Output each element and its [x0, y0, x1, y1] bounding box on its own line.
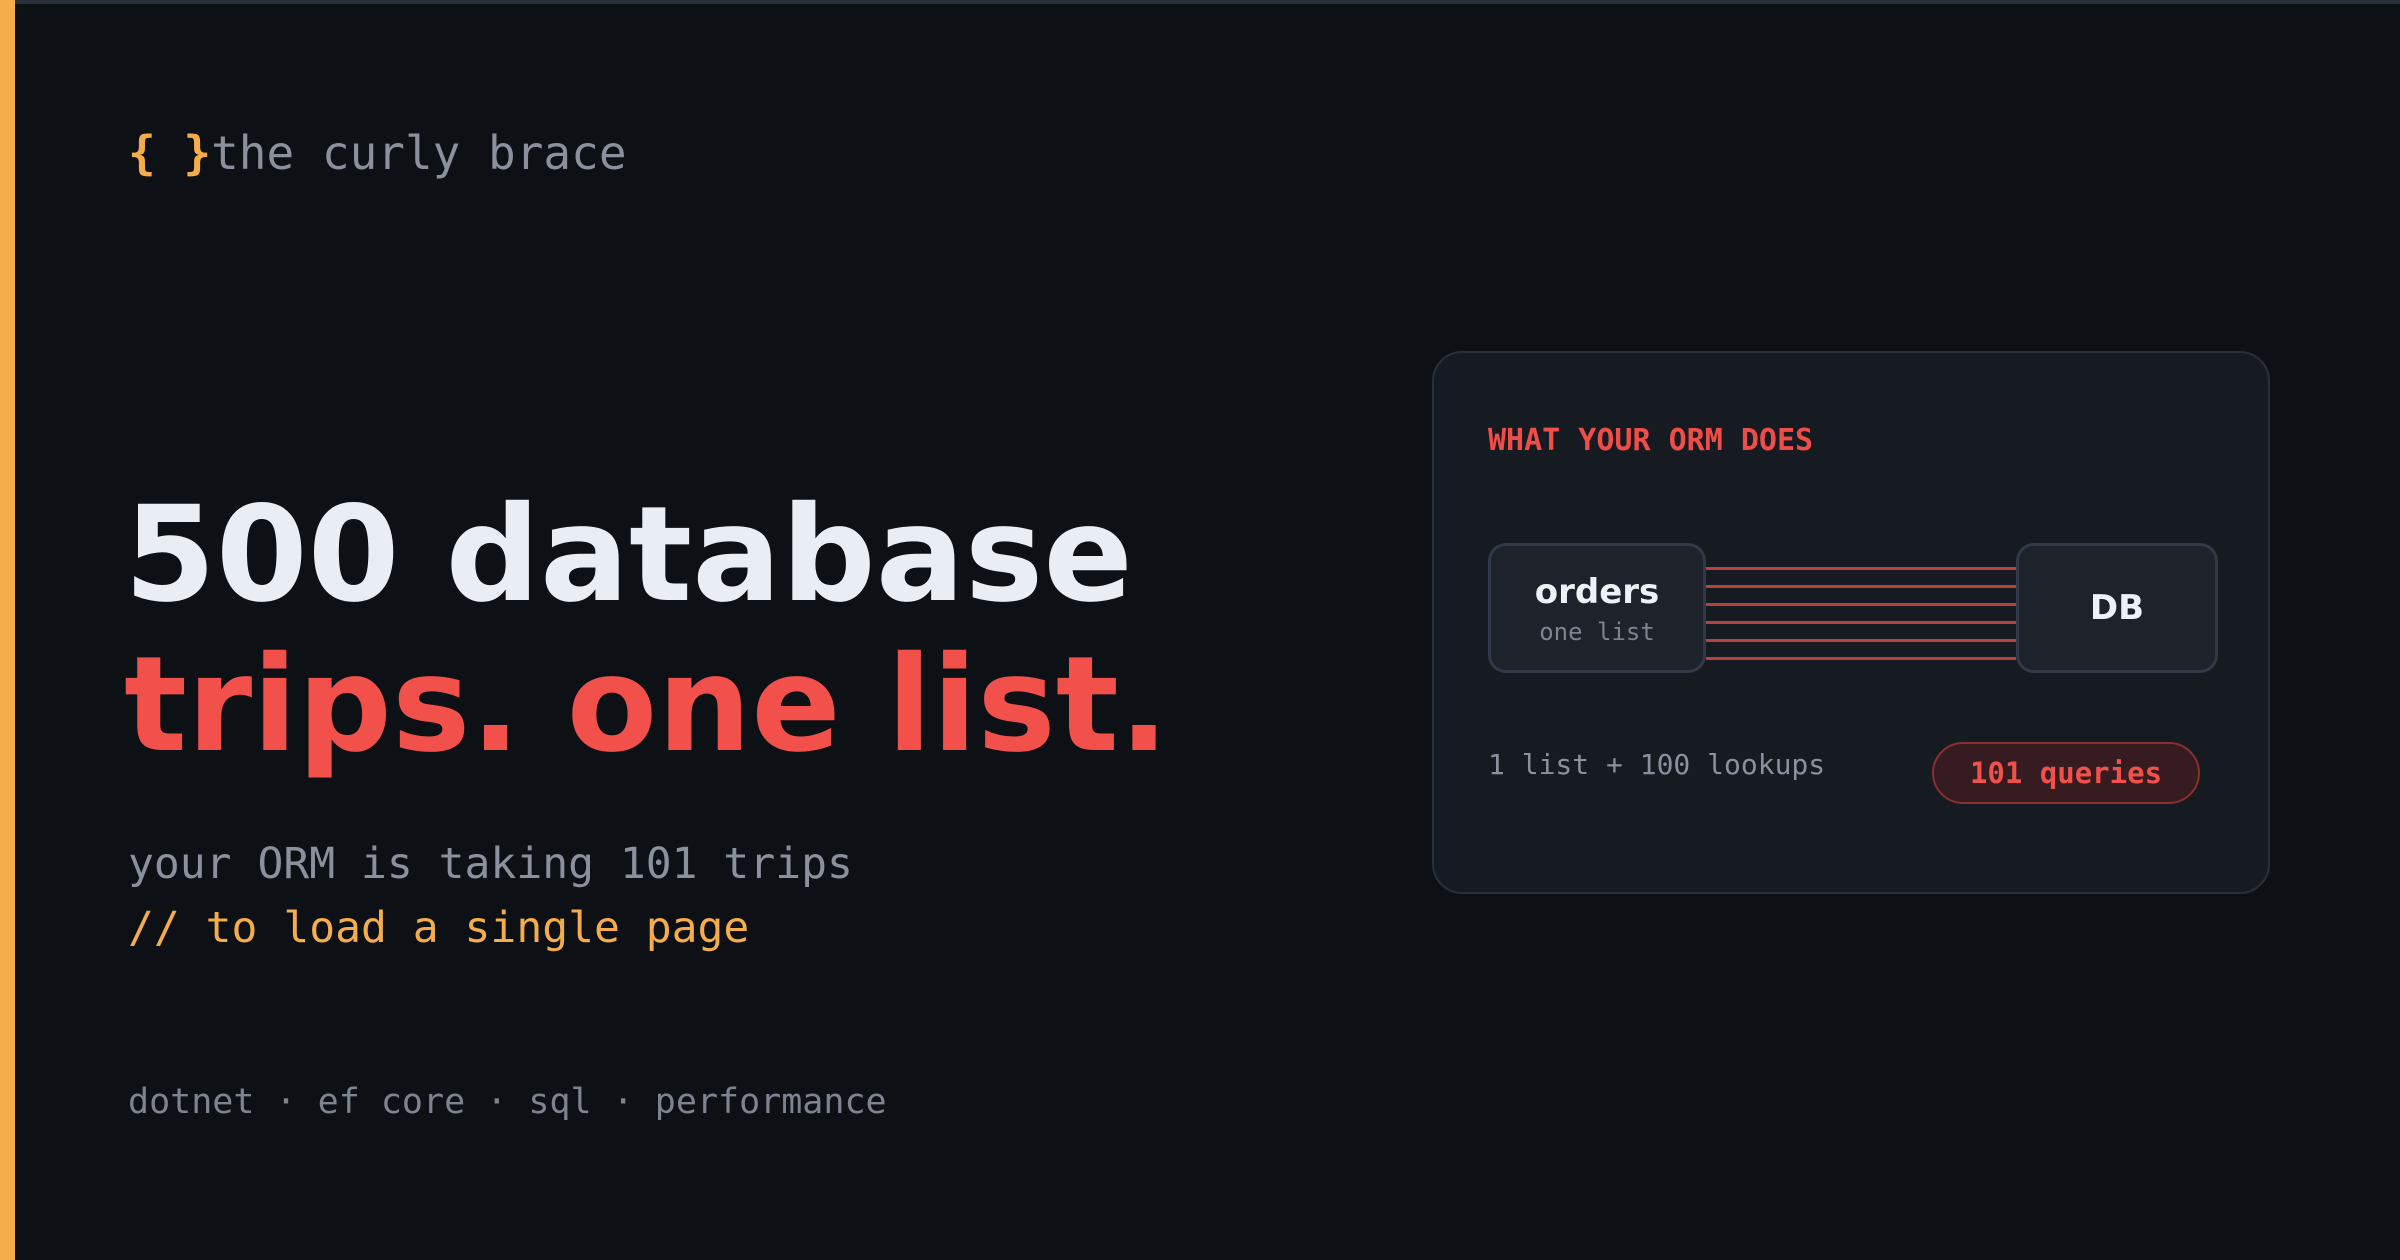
query-line	[1706, 621, 2016, 624]
brand-name: the curly brace	[211, 126, 627, 180]
query-count-badge: 101 queries	[1932, 742, 2200, 804]
subtitle-line-1: your ORM is taking 101 trips	[128, 839, 853, 889]
curly-brace-icon: { }	[128, 126, 212, 180]
orders-node-label: orders	[1534, 572, 1660, 612]
db-node-label: DB	[2089, 588, 2145, 628]
orm-diagram-card: WHAT YOUR ORM DOES orders one list DB 1 …	[1432, 351, 2270, 894]
orders-node: orders one list	[1488, 543, 1706, 673]
query-line	[1706, 567, 2016, 570]
headline-line-1: 500 database	[124, 478, 1133, 632]
query-line	[1706, 657, 2016, 660]
top-divider	[0, 0, 2400, 4]
headline: 500 database trips. one list.	[124, 480, 1169, 780]
db-node: DB	[2016, 543, 2218, 673]
query-line	[1706, 585, 2016, 588]
subtitle-comment: // to load a single page	[128, 903, 750, 953]
accent-bar	[0, 0, 15, 1260]
headline-line-2: trips. one list.	[124, 628, 1170, 782]
topic-tags: dotnet · ef core · sql · performance	[128, 1082, 887, 1122]
query-connections	[1706, 543, 2016, 673]
brand-logo: { } the curly brace	[128, 118, 627, 188]
query-breakdown: 1 list + 100 lookups	[1488, 748, 1826, 781]
card-title: WHAT YOUR ORM DOES	[1488, 423, 1814, 458]
query-line	[1706, 639, 2016, 642]
orders-node-sublabel: one list	[1539, 618, 1655, 646]
subtitle: your ORM is taking 101 trips // to load …	[128, 832, 853, 960]
query-line	[1706, 603, 2016, 606]
